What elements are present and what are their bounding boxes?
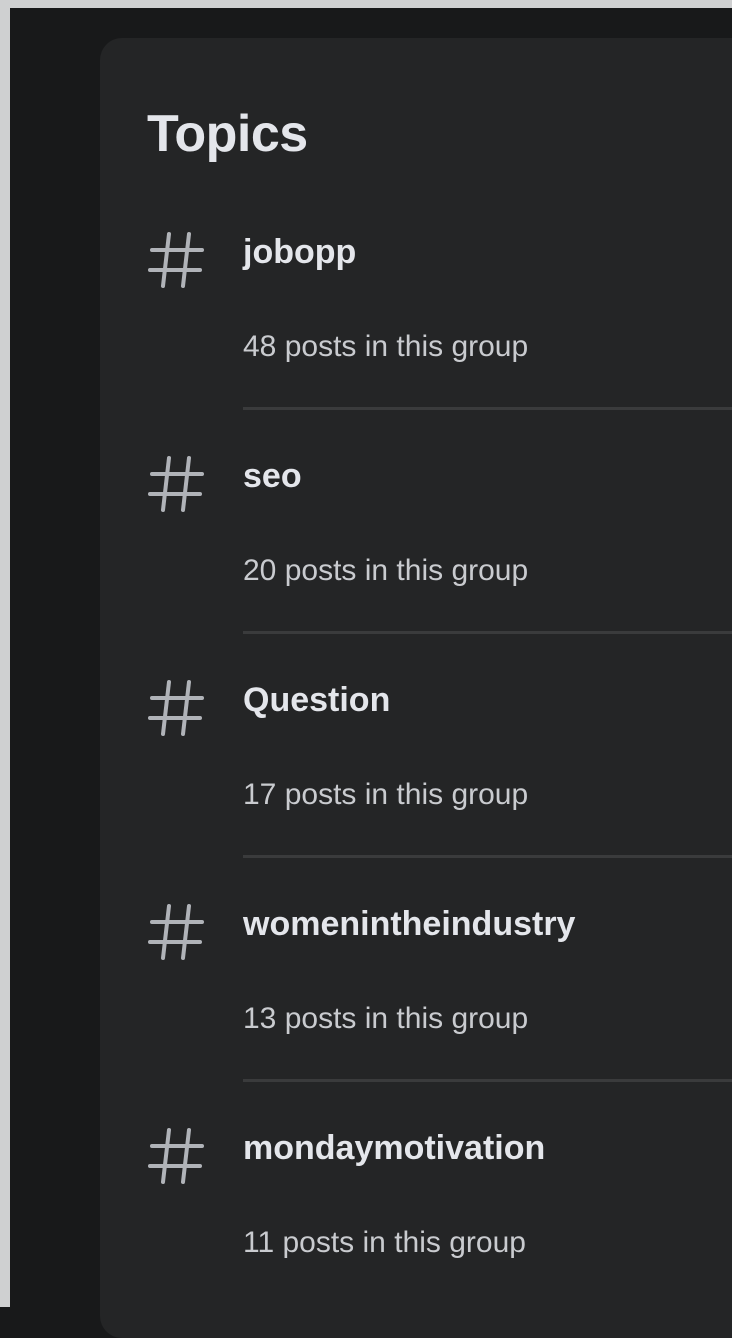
divider: [243, 1079, 732, 1082]
topic-list: jobopp 48 posts in this group seo 20 pos…: [100, 218, 732, 1338]
topic-item-question[interactable]: Question 17 posts in this group: [100, 666, 732, 890]
topics-heading: Topics: [147, 105, 308, 163]
topic-name: Question: [243, 681, 391, 719]
hash-icon: [148, 904, 204, 960]
topic-name: womenintheindustry: [243, 905, 576, 943]
divider: [243, 407, 732, 410]
topic-name: jobopp: [243, 233, 357, 271]
hash-icon: [148, 1128, 204, 1184]
topic-name: seo: [243, 457, 302, 495]
topic-post-count: 13 posts in this group: [243, 1002, 529, 1035]
window-frame-top: [0, 0, 732, 8]
topic-post-count: 20 posts in this group: [243, 554, 529, 587]
topics-panel: Topics jobopp 48 posts in this group seo…: [100, 38, 732, 1338]
topic-name: mondaymotivation: [243, 1129, 546, 1167]
topic-post-count: 17 posts in this group: [243, 778, 529, 811]
divider: [243, 631, 732, 634]
topic-item-womenintheindustry[interactable]: womenintheindustry 13 posts in this grou…: [100, 890, 732, 1114]
divider: [243, 855, 732, 858]
topic-item-mondaymotivation[interactable]: mondaymotivation 11 posts in this group: [100, 1114, 732, 1338]
hash-icon: [148, 680, 204, 736]
hash-icon: [148, 232, 204, 288]
hash-icon: [148, 456, 204, 512]
topic-post-count: 48 posts in this group: [243, 330, 529, 363]
topic-item-jobopp[interactable]: jobopp 48 posts in this group: [100, 218, 732, 442]
topic-post-count: 11 posts in this group: [243, 1226, 526, 1259]
topic-item-seo[interactable]: seo 20 posts in this group: [100, 442, 732, 666]
window-frame-left: [0, 0, 10, 1307]
